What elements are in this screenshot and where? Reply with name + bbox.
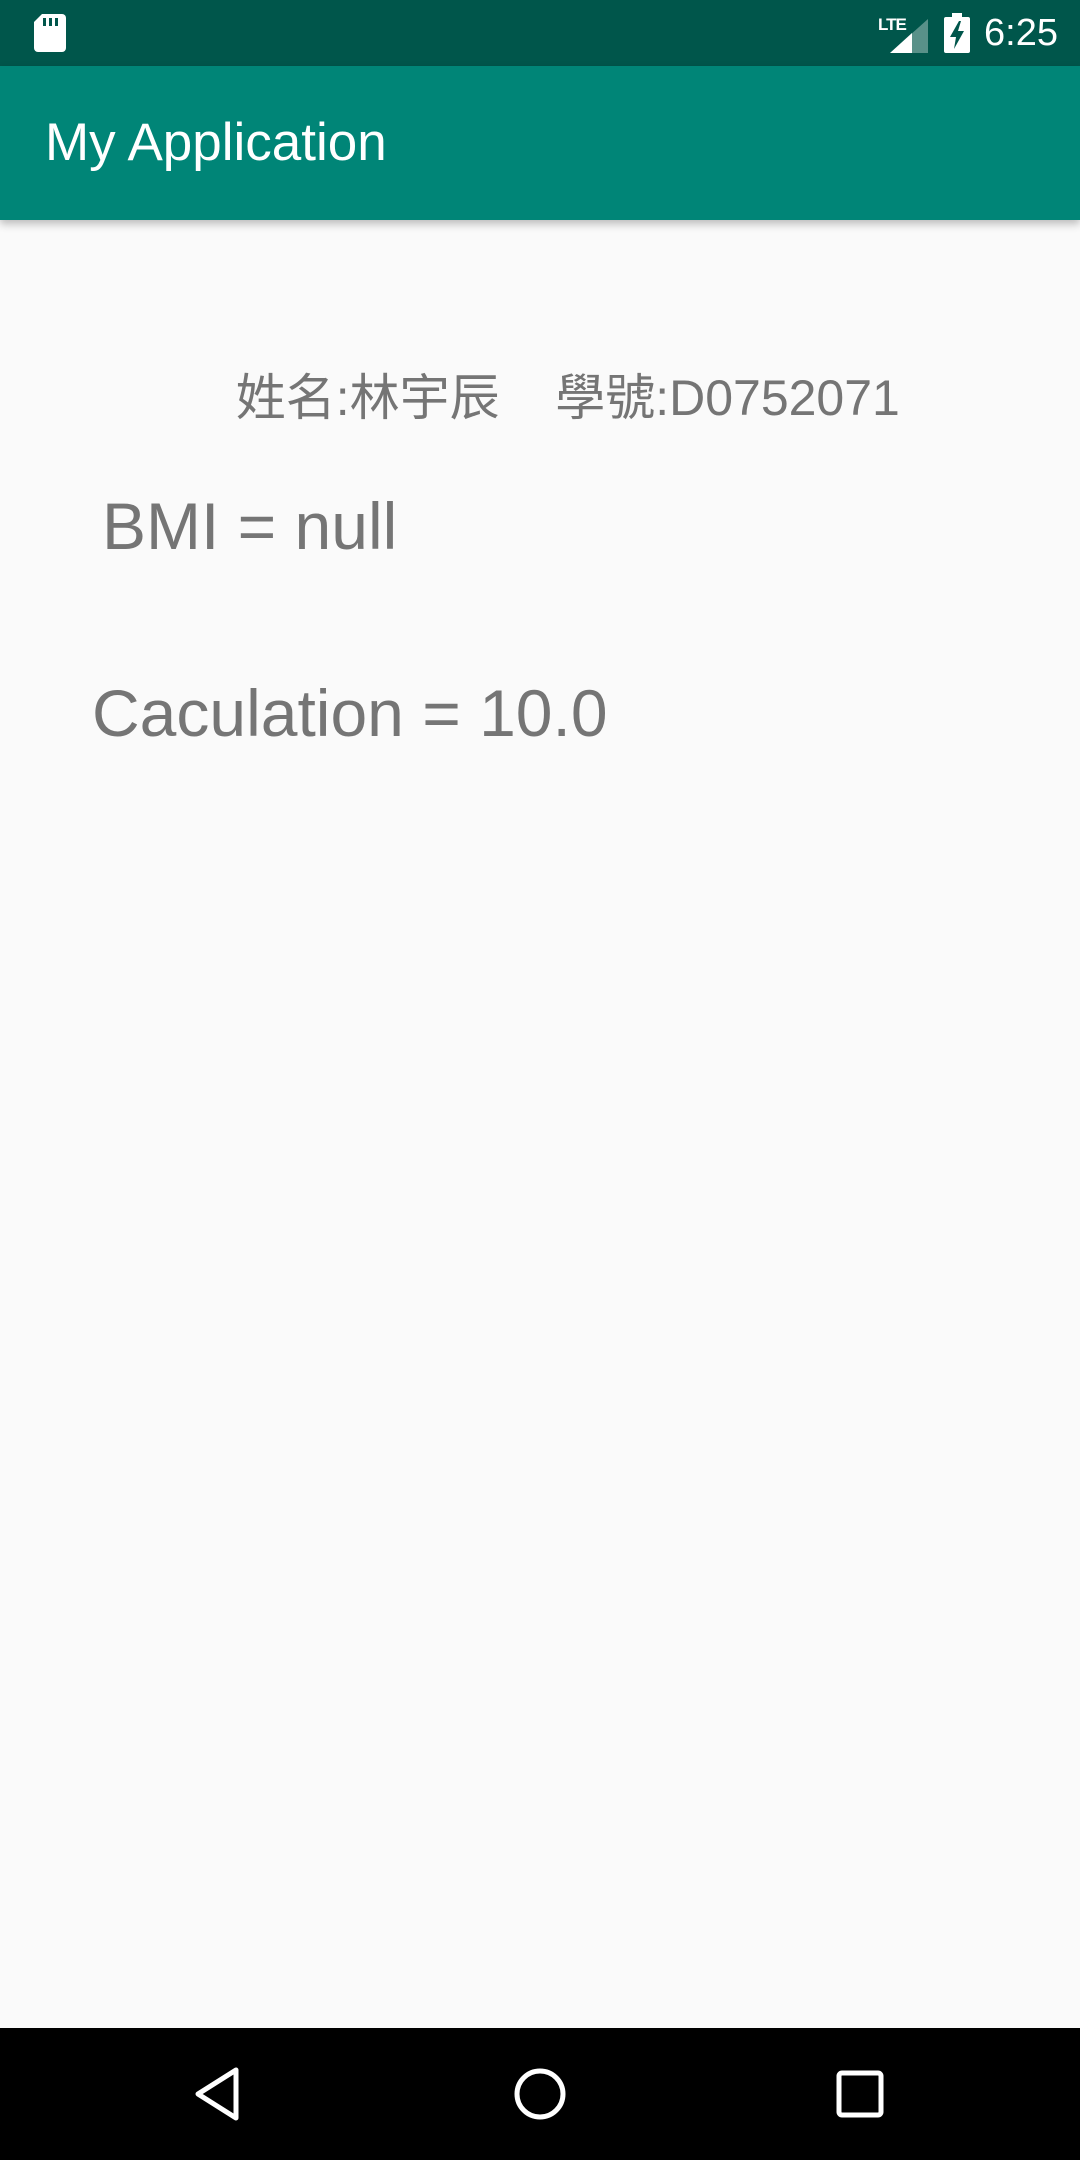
bmi-text: BMI = null — [102, 489, 398, 563]
lte-signal-icon: LTE — [878, 13, 930, 53]
battery-charging-icon — [944, 13, 971, 53]
main-content: 姓名:林宇辰 學號:D0752071 BMI = null Caculation… — [0, 220, 1080, 2028]
back-icon[interactable] — [190, 2064, 250, 2124]
student-id-label: 學號:D0752071 — [555, 370, 900, 426]
sd-card-icon — [34, 14, 66, 52]
calculation-text: Caculation = 10.0 — [92, 676, 608, 750]
status-icons: LTE 6:25 — [878, 0, 1058, 66]
status-bar: LTE 6:25 — [0, 0, 1080, 66]
student-info-line: 姓名:林宇辰 學號:D0752071 — [0, 300, 1080, 488]
name-label: 姓名:林宇辰 — [235, 370, 500, 426]
app-title: My Application — [45, 113, 387, 172]
recents-icon[interactable] — [830, 2064, 890, 2124]
info-spacer — [500, 370, 556, 426]
navigation-bar — [0, 2028, 1080, 2160]
app-bar: My Application — [0, 66, 1080, 220]
home-icon[interactable] — [510, 2064, 570, 2124]
status-clock: 6:25 — [984, 11, 1058, 54]
